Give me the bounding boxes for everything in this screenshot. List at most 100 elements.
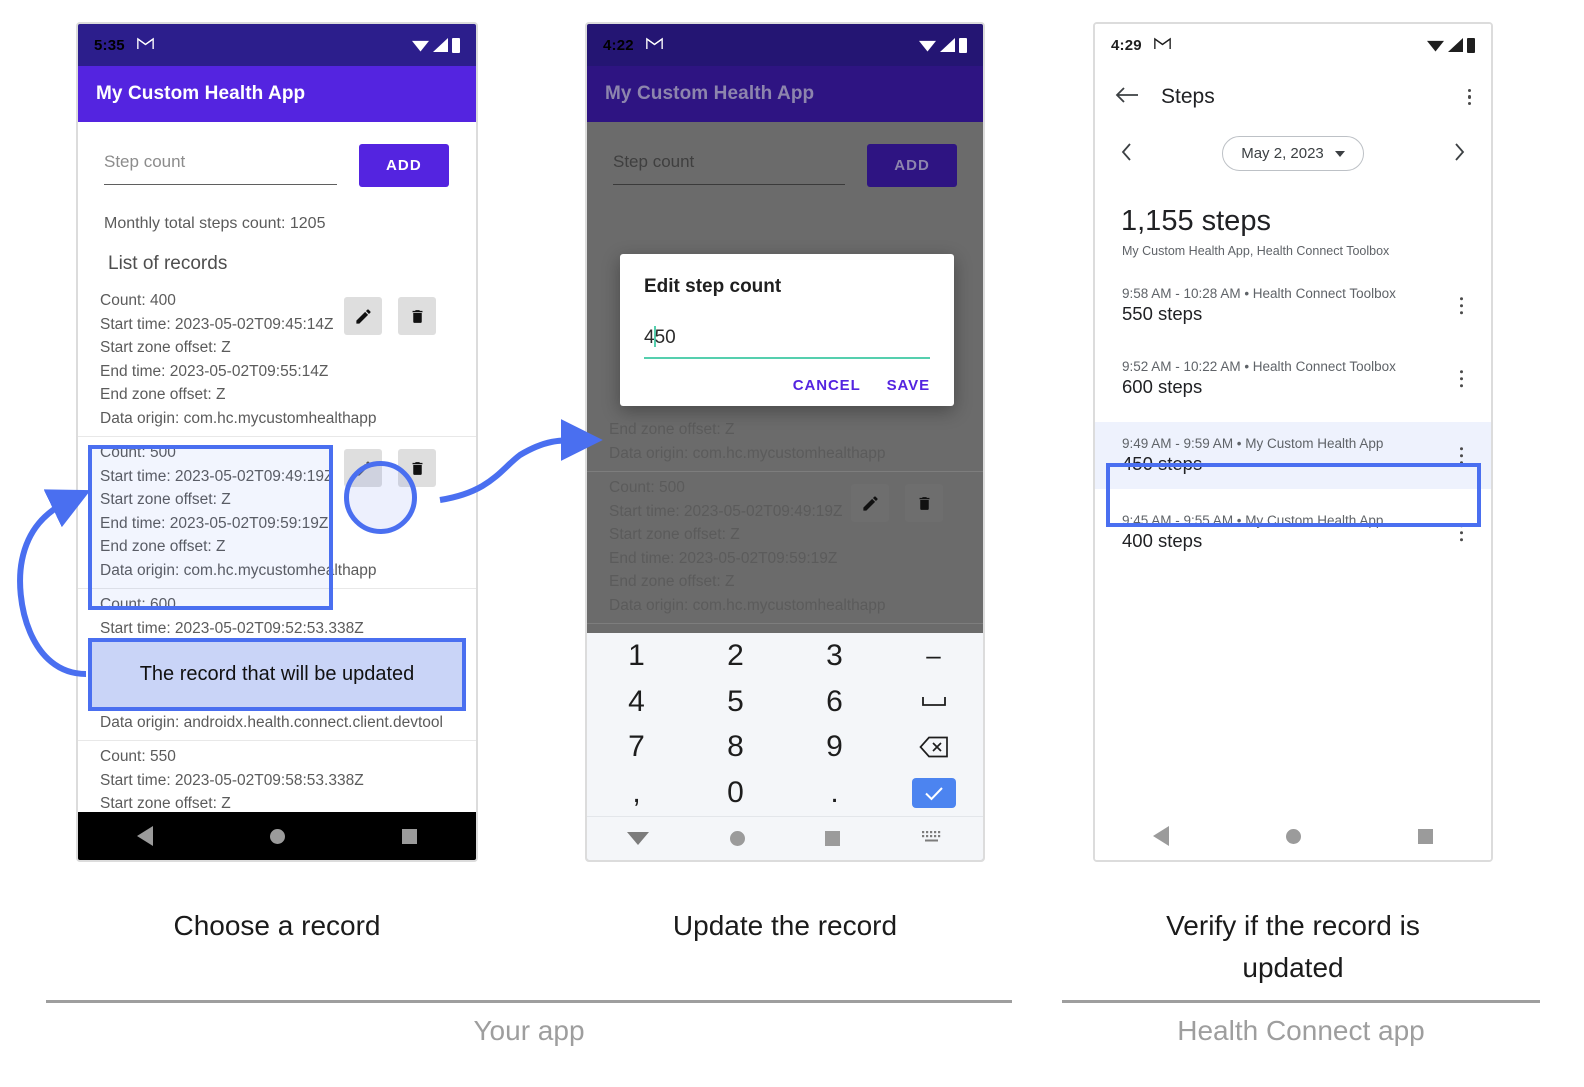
edit-icon[interactable] <box>851 484 889 522</box>
record-origin: Data origin: androidx.health.connect.cli… <box>100 713 443 731</box>
divider-your-app <box>46 1000 1012 1003</box>
key-0[interactable]: 0 <box>686 770 785 816</box>
gmail-icon <box>1153 37 1171 54</box>
entry-menu-icon[interactable] <box>1459 369 1463 388</box>
previous-day-icon[interactable] <box>1121 141 1132 167</box>
cancel-button[interactable]: CANCEL <box>793 377 861 394</box>
status-icons <box>919 37 967 53</box>
status-time: 4:29 <box>1111 36 1142 54</box>
key-enter-wrap[interactable] <box>884 770 983 816</box>
add-button[interactable]: ADD <box>359 144 449 187</box>
app-bar-1: My Custom Health App <box>78 66 476 122</box>
nav-recents-icon[interactable] <box>1417 828 1433 844</box>
nav-hide-keyboard-icon[interactable] <box>627 832 650 845</box>
delete-icon[interactable] <box>398 297 436 335</box>
record-start-zone: Start zone offset: Z <box>100 339 231 356</box>
entry-menu-icon[interactable] <box>1459 523 1463 542</box>
status-icons <box>412 37 460 53</box>
step-count-input[interactable]: Step count <box>613 152 846 185</box>
app-title: My Custom Health App <box>96 83 306 104</box>
record-row[interactable]: Count: 500 Start time: 2023-05-02T09:49:… <box>587 472 983 624</box>
nav-back-icon[interactable] <box>1153 826 1170 846</box>
nav-recents-icon[interactable] <box>825 831 841 846</box>
caption-panel-1: Choose a record <box>173 910 381 941</box>
record-row[interactable]: Count: 400 Start time: 2023-05-02T09:45:… <box>78 285 476 437</box>
edit-step-count-dialog: Edit step count 450 CANCEL SAVE <box>620 254 954 406</box>
date-selector[interactable]: May 2, 2023 <box>1222 136 1364 171</box>
delete-icon[interactable] <box>905 484 943 522</box>
switch-keyboard-icon[interactable] <box>921 829 943 849</box>
gmail-icon <box>645 37 663 54</box>
signal-icon <box>433 38 448 52</box>
entry-steps: 450 steps <box>1122 453 1203 474</box>
check-icon[interactable] <box>911 778 956 809</box>
record-start-zone: Start zone offset: Z <box>609 526 740 543</box>
key-9[interactable]: 9 <box>785 725 884 771</box>
page-title: Steps <box>1161 85 1215 108</box>
status-bar-3: 4:29 <box>1095 24 1491 66</box>
nav-back-icon[interactable] <box>136 826 153 846</box>
list-item[interactable]: 9:58 AM - 10:28 AM • Health Connect Tool… <box>1095 276 1491 335</box>
save-button[interactable]: SAVE <box>887 377 930 394</box>
key-space[interactable] <box>884 679 983 725</box>
dialog-actions: CANCEL SAVE <box>644 377 930 394</box>
android-nav-bar-1 <box>78 812 476 860</box>
nav-home-icon[interactable] <box>269 828 285 844</box>
record-origin: Data origin: com.hc.mycustomhealthapp <box>100 561 377 579</box>
record-row[interactable]: Count: 500 Start time: 2023-05-02T09:49:… <box>78 437 476 589</box>
overflow-menu-icon[interactable] <box>1467 88 1471 106</box>
android-nav-bar-3 <box>1095 812 1491 860</box>
key-6[interactable]: 6 <box>785 679 884 725</box>
record-origin: Data origin: com.hc.mycustomhealthapp <box>609 596 886 614</box>
entry-menu-icon[interactable] <box>1459 446 1463 465</box>
nav-home-icon[interactable] <box>1285 828 1301 844</box>
list-item[interactable]: 9:52 AM - 10:22 AM • Health Connect Tool… <box>1095 349 1491 408</box>
key-5[interactable]: 5 <box>686 679 785 725</box>
wifi-icon <box>412 40 429 52</box>
key-minus[interactable]: – <box>884 633 983 679</box>
add-button[interactable]: ADD <box>867 144 957 187</box>
record-end-time: End time: 2023-05-02T09:59:19Z <box>609 549 838 567</box>
list-item[interactable]: 9:45 AM - 9:55 AM • My Custom Health App… <box>1095 503 1491 562</box>
wifi-icon <box>1427 40 1444 52</box>
status-time: 5:35 <box>94 36 125 54</box>
key-1[interactable]: 1 <box>587 633 686 679</box>
entry-meta: 9:49 AM - 9:59 AM • My Custom Health App <box>1122 436 1384 451</box>
annotation-callout-record-to-update: The record that will be updated <box>88 638 466 711</box>
record-end-zone: End zone offset: Z <box>100 386 226 403</box>
keyboard-nav-bar <box>587 816 983 860</box>
step-count-input-row: Step count ADD <box>78 122 476 187</box>
next-day-icon[interactable] <box>1454 141 1465 167</box>
record-count: Count: 600 <box>100 596 176 613</box>
entry-menu-icon[interactable] <box>1459 296 1463 315</box>
status-icons <box>1427 37 1475 53</box>
record-row[interactable]: Count: 550 Start time: 2023-05-02T09:58:… <box>78 741 476 812</box>
key-7[interactable]: 7 <box>587 725 686 771</box>
battery-icon <box>959 37 967 53</box>
battery-icon <box>1467 37 1475 53</box>
nav-home-icon[interactable] <box>729 831 745 846</box>
list-item[interactable]: 9:49 AM - 9:59 AM • My Custom Health App… <box>1095 422 1491 489</box>
backspace-icon[interactable] <box>884 725 983 771</box>
step-count-edit-field[interactable]: 450 <box>644 326 930 359</box>
edit-icon[interactable] <box>344 297 382 335</box>
key-8[interactable]: 8 <box>686 725 785 771</box>
back-arrow-icon[interactable] <box>1115 83 1139 111</box>
step-count-input[interactable]: Step count <box>104 152 337 185</box>
record-start-zone: Start zone offset: Z <box>100 795 231 812</box>
record-end-zone: End zone offset: Z <box>609 573 735 590</box>
key-2[interactable]: 2 <box>686 633 785 679</box>
record-end-time: End time: 2023-05-02T09:55:14Z <box>100 362 329 380</box>
record-actions <box>344 297 436 335</box>
selected-date: May 2, 2023 <box>1241 145 1324 162</box>
key-4[interactable]: 4 <box>587 679 686 725</box>
nav-recents-icon[interactable] <box>402 828 418 844</box>
monthly-total-label: Monthly total steps count: 1205 <box>104 215 326 232</box>
record-origin: Data origin: com.hc.mycustomhealthapp <box>609 444 886 462</box>
record-actions <box>851 484 943 522</box>
caption-panel-3: Verify if the record is updated <box>1166 910 1420 983</box>
signal-icon <box>940 38 955 52</box>
key-period[interactable]: . <box>785 770 884 816</box>
key-3[interactable]: 3 <box>785 633 884 679</box>
key-comma[interactable]: , <box>587 770 686 816</box>
